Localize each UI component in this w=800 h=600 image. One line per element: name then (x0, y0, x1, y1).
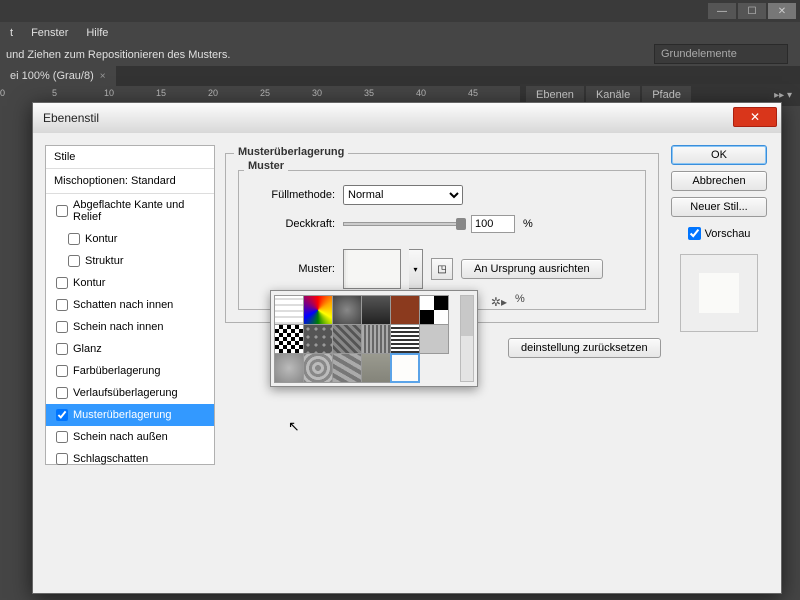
style-row[interactable]: Musterüberlagerung (46, 404, 214, 426)
pattern-thumbnail[interactable] (303, 295, 333, 325)
style-label: Schein nach innen (73, 321, 164, 333)
opacity-label: Deckkraft: (249, 218, 335, 230)
menu-item[interactable]: t (10, 27, 13, 39)
style-label: Schlagschatten (73, 453, 148, 465)
inner-group-title: Muster (244, 160, 288, 172)
close-button[interactable]: ✕ (768, 3, 796, 19)
pattern-swatch[interactable] (343, 249, 401, 289)
style-row[interactable]: Struktur (46, 250, 214, 272)
pattern-dropdown-button[interactable]: ▾ (409, 249, 423, 289)
styles-header[interactable]: Stile (46, 146, 214, 169)
pattern-thumbnail[interactable] (332, 324, 362, 354)
new-style-button[interactable]: Neuer Stil... (671, 197, 767, 217)
fillmode-select[interactable]: Normal (343, 185, 463, 205)
pattern-picker-popup: ✲▸ (270, 290, 478, 387)
style-checkbox[interactable] (68, 255, 80, 267)
document-tab-bar: ei 100% (Grau/8) × (0, 66, 800, 86)
menu-bar: t Fenster Hilfe (0, 22, 800, 44)
style-label: Verlaufsüberlagerung (73, 387, 178, 399)
style-checkbox[interactable] (56, 365, 68, 377)
minimize-button[interactable]: — (708, 3, 736, 19)
pattern-thumbnail[interactable] (303, 324, 333, 354)
close-icon[interactable]: × (100, 71, 106, 82)
pattern-label: Muster: (249, 263, 335, 275)
reset-default-button[interactable]: deinstellung zurücksetzen (508, 338, 661, 358)
dialog-titlebar: Ebenenstil ✕ (33, 103, 781, 133)
fillmode-label: Füllmethode: (249, 189, 335, 201)
pattern-scrollbar[interactable] (460, 295, 474, 382)
style-row[interactable]: Schatten nach innen (46, 294, 214, 316)
style-checkbox[interactable] (56, 277, 68, 289)
style-label: Glanz (73, 343, 102, 355)
dialog-close-button[interactable]: ✕ (733, 107, 777, 127)
style-label: Kontur (73, 277, 105, 289)
style-label: Schatten nach innen (73, 299, 173, 311)
pattern-grid (275, 295, 459, 382)
pattern-thumbnail[interactable] (303, 353, 333, 383)
style-row[interactable]: Verlaufsüberlagerung (46, 382, 214, 404)
menu-item-help[interactable]: Hilfe (86, 27, 108, 39)
document-tab-label: ei 100% (Grau/8) (10, 70, 94, 82)
pattern-thumbnail[interactable] (361, 353, 391, 383)
pattern-thumbnail[interactable] (390, 324, 420, 354)
style-row[interactable]: Schein nach außen (46, 426, 214, 448)
pattern-thumbnail[interactable] (419, 324, 449, 354)
style-row[interactable]: Schlagschatten (46, 448, 214, 470)
scale-unit: % (515, 293, 525, 305)
group-title: Musterüberlagerung (234, 146, 348, 158)
style-checkbox[interactable] (56, 321, 68, 333)
style-label: Schein nach außen (73, 431, 168, 443)
pattern-thumbnail[interactable] (274, 295, 304, 325)
pattern-thumbnail[interactable] (332, 295, 362, 325)
gear-icon[interactable]: ✲▸ (491, 295, 507, 309)
style-row[interactable]: Farbüberlagerung (46, 360, 214, 382)
style-checkbox[interactable] (56, 205, 68, 217)
style-row[interactable]: Kontur (46, 272, 214, 294)
style-label: Abgeflachte Kante und Relief (73, 199, 208, 223)
style-row[interactable]: Glanz (46, 338, 214, 360)
pattern-thumbnail[interactable] (390, 295, 420, 325)
style-checkbox[interactable] (56, 431, 68, 443)
pattern-thumbnail-selected[interactable] (390, 353, 420, 383)
style-checkbox[interactable] (56, 299, 68, 311)
style-label: Struktur (85, 255, 124, 267)
cancel-button[interactable]: Abbrechen (671, 171, 767, 191)
menu-item-window[interactable]: Fenster (31, 27, 68, 39)
style-checkbox[interactable] (56, 453, 68, 465)
hint-text: und Ziehen zum Repositionieren des Muste… (6, 49, 230, 61)
preset-dropdown[interactable]: Grundelemente (654, 44, 788, 64)
style-label: Kontur (85, 233, 117, 245)
opacity-unit: % (523, 218, 533, 230)
style-label: Farbüberlagerung (73, 365, 160, 377)
new-preset-button[interactable]: ◳ (431, 258, 453, 280)
preview-checkbox[interactable] (688, 227, 701, 240)
styles-list: Stile Mischoptionen: Standard Abgeflacht… (45, 145, 215, 465)
window-titlebar: — ☐ ✕ (0, 0, 800, 22)
opacity-slider[interactable] (343, 222, 463, 226)
style-checkbox[interactable] (56, 343, 68, 355)
pattern-thumbnail[interactable] (361, 324, 391, 354)
style-label: Musterüberlagerung (73, 409, 171, 421)
preview-label: Vorschau (705, 228, 751, 240)
pattern-thumbnail[interactable] (274, 353, 304, 383)
maximize-button[interactable]: ☐ (738, 3, 766, 19)
ok-button[interactable]: OK (671, 145, 767, 165)
style-row[interactable]: Abgeflachte Kante und Relief (46, 194, 214, 228)
preview-thumbnail (680, 254, 758, 332)
style-checkbox[interactable] (56, 409, 68, 421)
style-row[interactable]: Schein nach innen (46, 316, 214, 338)
style-row[interactable]: Kontur (46, 228, 214, 250)
style-checkbox[interactable] (68, 233, 80, 245)
document-tab[interactable]: ei 100% (Grau/8) × (0, 66, 116, 86)
dialog-title: Ebenenstil (43, 111, 99, 125)
snap-origin-button[interactable]: An Ursprung ausrichten (461, 259, 603, 279)
opacity-input[interactable] (471, 215, 515, 233)
pattern-thumbnail[interactable] (274, 324, 304, 354)
style-checkbox[interactable] (56, 387, 68, 399)
pattern-thumbnail[interactable] (361, 295, 391, 325)
blend-options-row[interactable]: Mischoptionen: Standard (46, 169, 214, 194)
pattern-thumbnail[interactable] (419, 295, 449, 325)
panel-expand-icon[interactable]: ▸▸ ▾ (766, 88, 800, 103)
pattern-thumbnail[interactable] (332, 353, 362, 383)
